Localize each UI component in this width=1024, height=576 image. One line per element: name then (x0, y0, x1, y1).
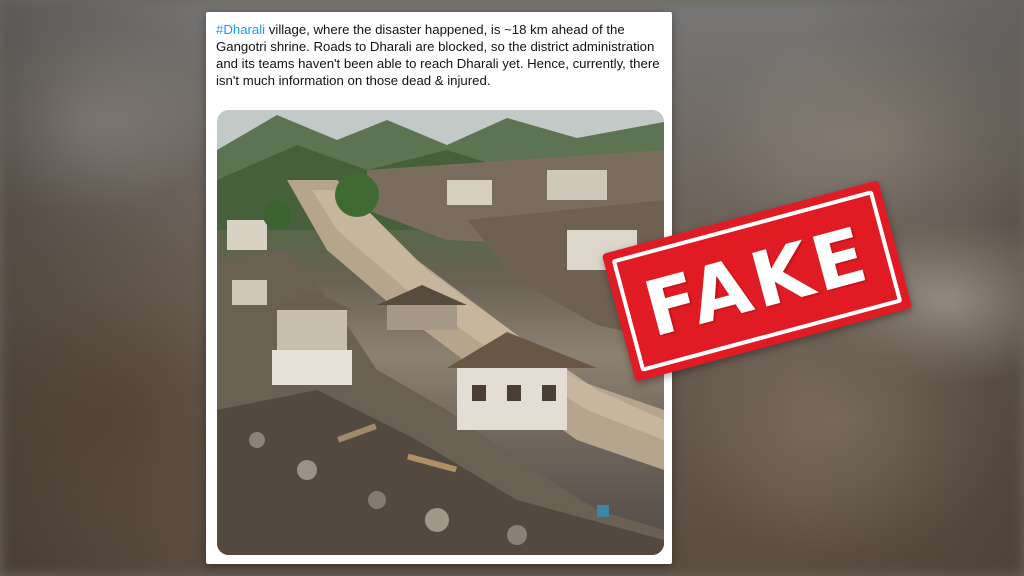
tweet-photo[interactable] (217, 110, 664, 555)
flood-scene-illustration (217, 110, 664, 555)
hashtag-link[interactable]: #Dharali (216, 22, 265, 37)
tweet-body: village, where the disaster happened, is… (216, 22, 660, 88)
tweet-card: #Dharali village, where the disaster hap… (206, 12, 672, 564)
tweet-text: #Dharali village, where the disaster hap… (216, 21, 666, 89)
